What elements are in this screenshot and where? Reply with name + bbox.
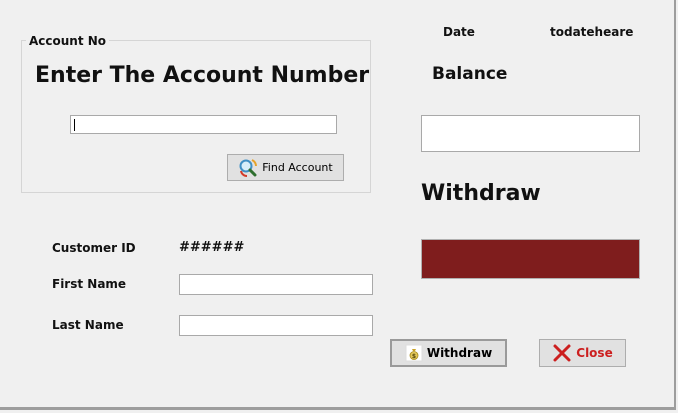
customer-id-value: ###### [179, 240, 245, 255]
first-name-input[interactable] [179, 274, 373, 295]
close-x-icon [553, 344, 571, 362]
svg-text:$: $ [412, 353, 416, 360]
withdraw-heading: Withdraw [421, 181, 541, 206]
customer-id-label: Customer ID [52, 241, 136, 255]
date-label: Date [443, 25, 475, 39]
withdraw-button[interactable]: $ Withdraw [390, 339, 507, 367]
balance-field[interactable] [421, 115, 640, 152]
find-account-button[interactable]: Find Account [227, 154, 344, 181]
date-value: todateheare [550, 25, 634, 39]
close-button-label: Close [576, 346, 613, 360]
last-name-label: Last Name [52, 318, 124, 332]
balance-label: Balance [432, 64, 508, 84]
account-number-input[interactable] [70, 115, 337, 134]
find-account-label: Find Account [262, 161, 333, 174]
close-button[interactable]: Close [539, 339, 626, 367]
text-caret [74, 119, 75, 131]
account-group-title: Account No [26, 34, 110, 48]
last-name-input[interactable] [179, 315, 373, 336]
first-name-label: First Name [52, 277, 127, 291]
account-heading: Enter The Account Number [35, 63, 370, 88]
find-account-icon [239, 158, 258, 177]
withdraw-amount-field[interactable] [421, 239, 640, 279]
withdraw-button-label: Withdraw [426, 346, 493, 360]
money-bag-icon: $ [405, 344, 423, 362]
